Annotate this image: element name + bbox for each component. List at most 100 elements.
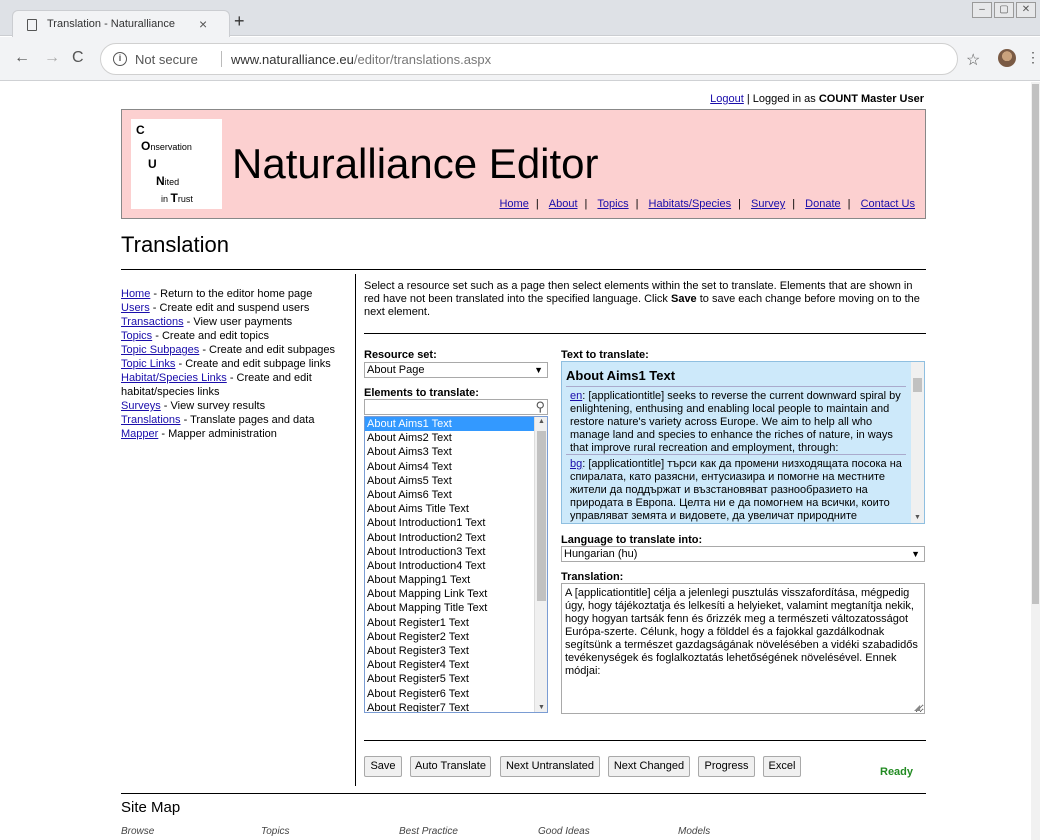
list-item[interactable]: About Register5 Text [365, 672, 547, 686]
list-item[interactable]: About Register2 Text [365, 630, 547, 644]
minimize-icon[interactable]: – [972, 2, 992, 18]
sidebar-link[interactable]: Translations [121, 414, 181, 426]
nav-about[interactable]: About [549, 198, 578, 210]
logo-line-2: Onservation [141, 139, 192, 153]
status-text: Ready [880, 766, 914, 778]
nav-donate[interactable]: Donate [805, 198, 840, 210]
language-label: Language to translate into: [561, 534, 703, 546]
url-field[interactable]: i Not secure www.naturalliance.eu/editor… [100, 43, 958, 75]
resource-set-label: Resource set: [364, 349, 437, 361]
browser-tab[interactable]: Translation - Naturalliance × [12, 10, 230, 37]
list-item[interactable]: About Register7 Text [365, 701, 547, 712]
sidebar-item-translations: Translations - Translate pages and data [121, 414, 315, 426]
sidebar-item-habitat-species-links: Habitat/Species Links - Create and edit … [121, 372, 312, 398]
progress-button[interactable]: Progress [698, 756, 755, 777]
bookmark-star-icon[interactable]: ☆ [966, 50, 980, 70]
logo-line-4: Nited [156, 174, 180, 188]
sidebar-item-home: Home - Return to the editor home page [121, 288, 313, 300]
list-item[interactable]: About Aims6 Text [365, 488, 547, 502]
tab-close-icon[interactable]: × [199, 16, 207, 32]
resize-grip-icon[interactable]: ◢ [914, 703, 1029, 839]
sidebar-link[interactable]: Mapper [121, 428, 158, 440]
nav-home[interactable]: Home [499, 198, 528, 210]
list-item[interactable]: About Introduction4 Text [365, 559, 547, 573]
en-link[interactable]: en [570, 390, 582, 402]
sidebar-link[interactable]: Surveys [121, 400, 161, 412]
elements-search-input[interactable]: ⚲ [364, 399, 548, 415]
browser-tab-strip: Translation - Naturalliance × + – ▢ ✕ [0, 0, 1040, 37]
sitemap-col-best-practice: Best Practice [399, 826, 458, 837]
list-item[interactable]: About Mapping1 Text [365, 573, 547, 587]
list-scrollbar-thumb[interactable] [537, 431, 546, 601]
text-box-scrollbar-thumb[interactable] [913, 378, 922, 392]
auto-translate-button[interactable]: Auto Translate [410, 756, 491, 777]
element-heading: About Aims1 Text [566, 368, 676, 383]
sidebar-link[interactable]: Topic Links [121, 358, 175, 370]
count-logo: C Onservation U Nited in Trust [131, 119, 222, 209]
list-item[interactable]: About Aims2 Text [365, 431, 547, 445]
page-icon [27, 19, 37, 31]
list-item[interactable]: About Aims4 Text [365, 460, 547, 474]
profile-avatar[interactable] [998, 49, 1016, 67]
sidebar-link[interactable]: Habitat/Species Links [121, 372, 227, 384]
scroll-down-icon[interactable]: ▼ [538, 704, 545, 711]
info-icon[interactable]: i [113, 52, 127, 66]
list-item[interactable]: About Aims5 Text [365, 474, 547, 488]
sitemap-col-good-ideas: Good Ideas [538, 826, 590, 837]
translation-textarea[interactable]: A [applicationtitle] célja a jelenlegi p… [561, 583, 925, 714]
list-item[interactable]: About Introduction2 Text [365, 531, 547, 545]
elements-label: Elements to translate: [364, 387, 479, 399]
list-item[interactable]: About Register3 Text [365, 644, 547, 658]
scrollbar-thumb[interactable] [1032, 84, 1039, 604]
sidebar-link[interactable]: Topic Subpages [121, 344, 199, 356]
sidebar-item-users: Users - Create edit and suspend users [121, 302, 310, 314]
list-item[interactable]: About Aims3 Text [365, 445, 547, 459]
forward-icon[interactable]: → [44, 50, 60, 66]
next-changed-button[interactable]: Next Changed [608, 756, 690, 777]
sidebar-link[interactable]: Transactions [121, 316, 184, 328]
list-item[interactable]: About Aims Title Text [365, 502, 547, 516]
text-to-translate-box[interactable]: About Aims1 Text en: [applicationtitle] … [561, 361, 925, 524]
list-item[interactable]: About Register4 Text [365, 658, 547, 672]
language-value: Hungarian (hu) [564, 548, 638, 560]
elements-listbox[interactable]: About Aims1 Text About Aims2 Text About Ai… [364, 416, 548, 713]
excel-button[interactable]: Excel [763, 756, 801, 777]
list-item[interactable]: About Introduction1 Text [365, 516, 547, 530]
list-item[interactable]: About Aims1 Text [365, 417, 547, 432]
next-untranslated-button[interactable]: Next Untranslated [500, 756, 600, 777]
language-select[interactable]: Hungarian (hu) ▼ [561, 546, 925, 562]
list-scrollbar[interactable]: ▲ ▼ [534, 417, 547, 712]
sidebar-link[interactable]: Home [121, 288, 150, 300]
logout-link[interactable]: Logout [710, 93, 744, 105]
nav-topics[interactable]: Topics [597, 198, 628, 210]
list-item[interactable]: About Mapping Title Text [365, 601, 547, 615]
resource-set-select[interactable]: About Page ▼ [364, 362, 548, 378]
scroll-up-icon[interactable]: ▲ [538, 418, 545, 425]
page-scrollbar[interactable] [1031, 82, 1040, 840]
back-icon[interactable]: ← [14, 50, 30, 66]
close-window-icon[interactable]: ✕ [1016, 2, 1036, 18]
list-item[interactable]: About Mapping Link Text [365, 587, 547, 601]
list-item[interactable]: About Introduction3 Text [365, 545, 547, 559]
nav-contact-us[interactable]: Contact Us [861, 198, 915, 210]
sitemap-title: Site Map [121, 799, 181, 816]
nav-survey[interactable]: Survey [751, 198, 785, 210]
text-box-scrollbar[interactable]: ▼ [911, 362, 924, 523]
restore-icon[interactable]: ▢ [994, 2, 1014, 18]
scroll-down-icon[interactable]: ▼ [914, 514, 921, 521]
list-item[interactable]: About Register1 Text [365, 616, 547, 630]
sidebar-link[interactable]: Users [121, 302, 150, 314]
new-tab-icon[interactable]: + [234, 12, 245, 30]
sidebar-link[interactable]: Topics [121, 330, 152, 342]
reload-icon[interactable]: C [72, 50, 84, 66]
address-bar: ← → C i Not secure www.naturalliance.eu/… [0, 37, 1040, 81]
menu-icon[interactable]: ⋮ [1026, 49, 1040, 66]
user-name: COUNT Master User [818, 93, 924, 105]
nav-habitats-species[interactable]: Habitats/Species [649, 198, 732, 210]
sitemap-col-browse: Browse [121, 826, 155, 837]
bg-link[interactable]: bg [570, 458, 582, 470]
divider [121, 269, 926, 270]
list-item[interactable]: About Register6 Text [365, 687, 547, 701]
search-icon[interactable]: ⚲ [535, 399, 545, 415]
save-button[interactable]: Save [364, 756, 402, 777]
